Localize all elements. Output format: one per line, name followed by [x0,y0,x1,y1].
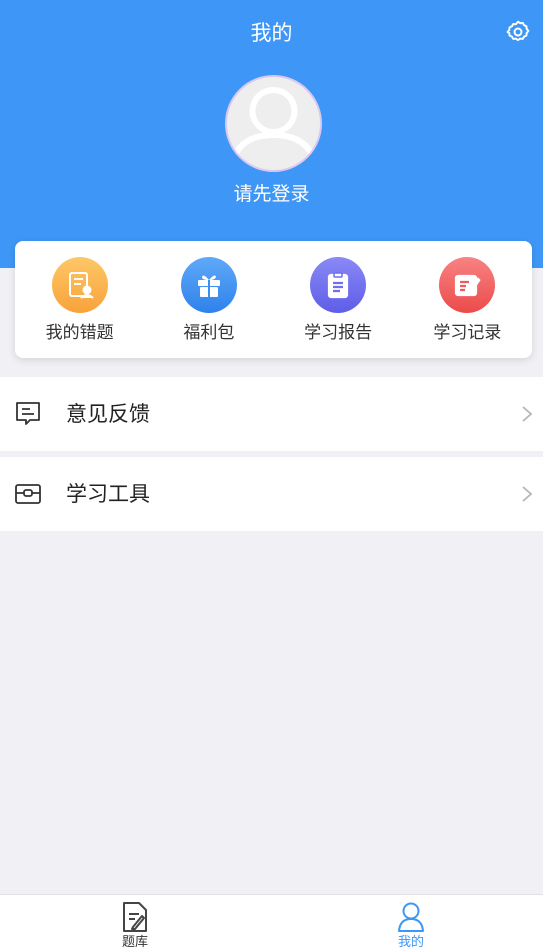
quick-action-wrong-questions[interactable]: 我的错题 [15,241,144,358]
default-avatar-icon [228,87,319,168]
menu-item-feedback[interactable]: 意见反馈 [0,377,543,451]
quick-action-record[interactable]: 学习记录 [403,241,532,358]
tab-label: 我的 [397,935,424,950]
tab-mine[interactable]: 我的 [371,895,451,952]
clipboard-report-icon [310,257,367,313]
menu-item-label: 意见反馈 [66,402,150,426]
menu-item-study-tools[interactable]: 学习工具 [0,457,543,531]
user-icon [398,902,424,932]
quick-action-label: 学习记录 [433,323,502,343]
profile-header: 我的 请先登录 [0,0,543,268]
quick-actions-card: 我的错题 福利包 学习报告 学习记录 [15,241,532,358]
login-prompt[interactable]: 请先登录 [0,180,543,208]
question-bank-icon [123,902,147,932]
toolbox-icon [15,484,41,504]
tab-label: 题库 [121,935,148,950]
quick-action-label: 我的错题 [45,323,114,343]
gift-icon [180,257,237,313]
quick-action-gift[interactable]: 福利包 [144,241,273,358]
bottom-tab-bar: 题库 我的 [0,894,543,952]
menu-item-label: 学习工具 [66,482,150,506]
settings-gear-icon[interactable] [505,19,531,45]
feedback-icon [16,402,40,425]
quick-action-label: 学习报告 [304,323,373,343]
tab-question-bank[interactable]: 题库 [95,895,175,952]
quick-action-report[interactable]: 学习报告 [274,241,403,358]
edit-record-icon [439,257,496,313]
wrong-questions-icon [51,257,108,313]
avatar[interactable] [225,75,322,172]
page-title: 我的 [250,21,293,45]
quick-action-label: 福利包 [183,323,235,343]
chevron-right-icon [522,486,533,502]
chevron-right-icon [522,406,533,422]
